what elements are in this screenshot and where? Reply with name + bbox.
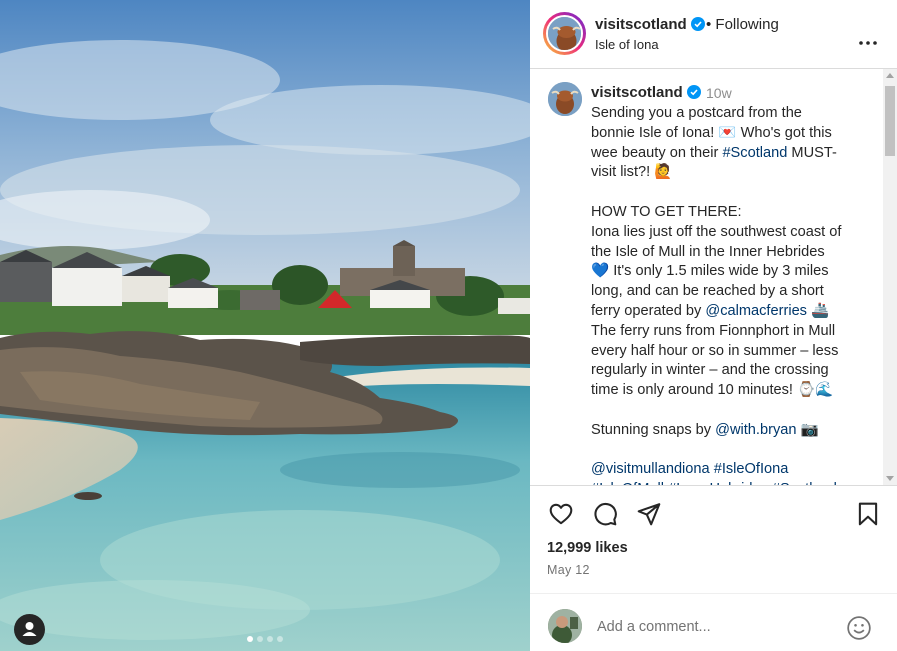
mention-link[interactable]: @visitmullandiona xyxy=(591,461,710,477)
hashtag-link[interactable]: #IsleOfIona xyxy=(714,461,789,477)
comment-icon[interactable] xyxy=(592,501,618,532)
caption-avatar[interactable] xyxy=(548,82,582,116)
add-comment-input[interactable]: Add a comment... xyxy=(597,619,711,635)
carousel-dot xyxy=(257,636,263,642)
scroll-up-arrow[interactable] xyxy=(886,73,894,78)
caption-line: time is only around 10 minutes! ⌚🌊 xyxy=(591,382,834,399)
carousel-dot-active xyxy=(247,636,253,642)
caption-line: regularly in winter – and the crossing xyxy=(591,362,829,379)
likes-count[interactable]: 12,999 likes xyxy=(547,540,628,556)
more-options-icon[interactable] xyxy=(859,32,877,50)
carousel-dot xyxy=(267,636,273,642)
post-time-ago[interactable]: 10w xyxy=(706,85,732,101)
caption-line: @visitmullandiona #IsleOfIona xyxy=(591,460,866,480)
caption-line: Sending you a postcard from the xyxy=(591,105,802,121)
caption-scroll-area[interactable]: visitscotland 10w Sending you a postcard… xyxy=(530,69,883,485)
share-icon[interactable] xyxy=(636,501,662,532)
caption-username[interactable]: visitscotland xyxy=(591,84,701,103)
current-user-avatar xyxy=(548,609,582,643)
scroll-thumb[interactable] xyxy=(885,86,895,156)
caption-line: The ferry runs from Fionnphort in Mull xyxy=(591,322,836,339)
caption-scrollbar[interactable] xyxy=(883,69,897,485)
verified-badge-icon xyxy=(690,17,705,35)
post-author-username[interactable]: visitscotland xyxy=(595,16,705,35)
caption-line: the Isle of Mull in the Inner Hebrides xyxy=(591,243,825,260)
carousel-indicator xyxy=(0,636,530,642)
mention-link[interactable]: @with.bryan xyxy=(715,422,796,438)
heart-icon[interactable] xyxy=(548,501,574,532)
emoji-icon[interactable] xyxy=(846,615,872,646)
caption-line: visit list?! 🙋 xyxy=(591,164,673,181)
follow-status[interactable]: • Following xyxy=(706,16,779,33)
caption-line xyxy=(591,441,866,461)
post-location[interactable]: Isle of Iona xyxy=(595,37,659,52)
post-side-panel: visitscotland • Following Isle of Iona v… xyxy=(530,0,897,651)
caption-line: 💙 It's only 1.5 miles wide by 3 miles xyxy=(591,263,829,280)
caption-line xyxy=(591,401,866,421)
verified-badge-icon xyxy=(686,85,701,103)
hashtag-link[interactable]: #Scotland xyxy=(722,145,787,161)
post-photo[interactable] xyxy=(0,0,530,651)
carousel-dot xyxy=(277,636,283,642)
bookmark-icon[interactable] xyxy=(855,501,881,532)
caption-line: long, and can be reached by a short xyxy=(591,283,824,300)
post-header: visitscotland • Following Isle of Iona xyxy=(530,0,897,69)
mention-link[interactable]: @calmacferries xyxy=(705,303,807,319)
divider xyxy=(530,593,897,594)
caption-line: Stunning snaps by @with.bryan 📷 xyxy=(591,421,819,438)
profile-avatar[interactable] xyxy=(546,15,583,52)
iona-coast-photo xyxy=(0,0,530,651)
caption-line: wee beauty on their #Scotland MUST- xyxy=(591,144,837,161)
caption-line: ferry operated by @calmacferries 🚢 xyxy=(591,302,830,319)
post-caption: Sending you a postcard from the bonnie Is… xyxy=(591,104,866,485)
divider xyxy=(530,485,897,486)
caption-line: bonnie Isle of Iona! 💌 Who's got this xyxy=(591,124,832,141)
scroll-down-arrow[interactable] xyxy=(886,476,894,481)
caption-line: Iona lies just off the southwest coast o… xyxy=(591,223,842,240)
caption-line xyxy=(591,183,866,203)
post-date[interactable]: May 12 xyxy=(547,563,590,577)
caption-line: every half hour or so in summer – less xyxy=(591,342,839,359)
caption-line: HOW TO GET THERE: xyxy=(591,203,742,220)
